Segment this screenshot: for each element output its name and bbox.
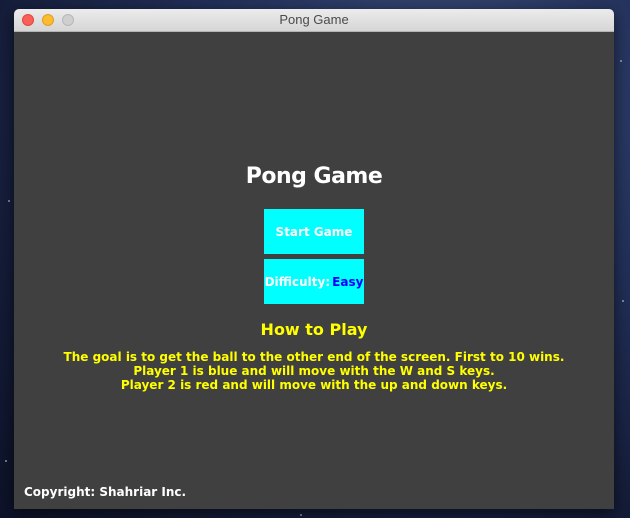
copyright-text: Copyright: Shahriar Inc. <box>24 485 187 499</box>
game-menu: Pong Game Start Game Difficulty: Easy How… <box>14 32 614 509</box>
instruction-line: The goal is to get the ball to the other… <box>63 350 565 364</box>
how-to-play-title: How to Play <box>260 320 368 339</box>
difficulty-button[interactable]: Difficulty: Easy <box>264 259 364 304</box>
difficulty-value: Easy <box>332 274 364 289</box>
instruction-line: Player 2 is red and will move with the u… <box>120 378 508 392</box>
difficulty-label: Difficulty: <box>264 274 331 289</box>
start-game-label: Start Game <box>275 224 353 239</box>
start-game-button[interactable]: Start Game <box>264 209 364 254</box>
app-window: Pong Game Pong Game Start Game Difficult… <box>14 9 614 509</box>
title-bar: Pong Game <box>14 9 614 32</box>
how-to-play-instructions: The goal is to get the ball to the other… <box>14 350 614 392</box>
window-title: Pong Game <box>279 12 349 27</box>
instruction-line: Player 1 is blue and will move with the … <box>133 364 495 378</box>
game-title: Pong Game <box>245 164 383 189</box>
